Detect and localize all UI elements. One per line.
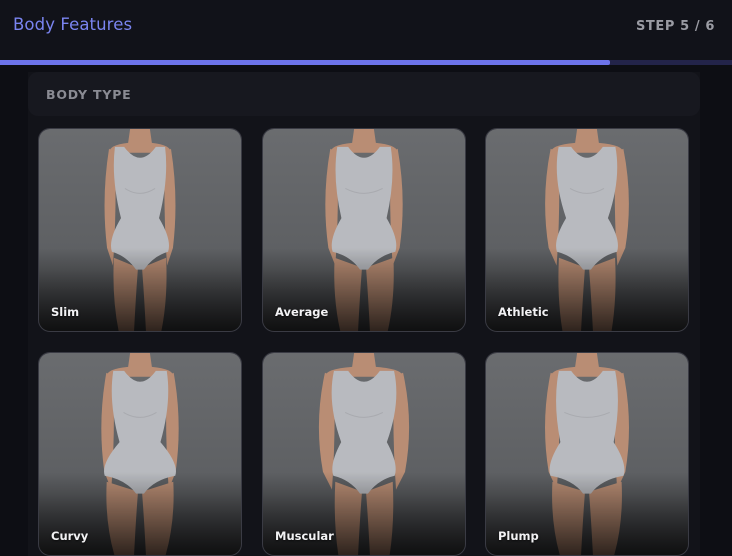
section-header: BODY TYPE xyxy=(28,72,700,116)
body-type-card-curvy[interactable]: Curvy xyxy=(38,352,242,556)
figure-icon xyxy=(39,353,241,555)
body-type-label: Athletic xyxy=(498,305,549,319)
main-content: BODY TYPE Slim Average Athletic Curvy Muscul… xyxy=(28,72,700,556)
app-root: Body Features STEP 5 / 6 BODY TYPE Slim A… xyxy=(0,0,732,556)
body-type-card-average[interactable]: Average xyxy=(262,128,466,332)
top-bar: Body Features STEP 5 / 6 xyxy=(0,0,732,60)
step-indicator: STEP 5 / 6 xyxy=(635,19,715,34)
figure-icon xyxy=(486,353,688,555)
figure-icon xyxy=(263,353,465,555)
body-type-card-slim[interactable]: Slim xyxy=(38,128,242,332)
page-title: Body Features xyxy=(13,15,133,34)
body-type-label: Average xyxy=(275,305,329,319)
progress-bar xyxy=(0,60,732,65)
body-type-label: Slim xyxy=(51,305,80,319)
figure-icon xyxy=(39,129,241,331)
figure-icon xyxy=(263,129,465,331)
body-type-card-athletic[interactable]: Athletic xyxy=(485,128,689,332)
body-type-card-muscular[interactable]: Muscular xyxy=(262,352,466,556)
body-type-card-plump[interactable]: Plump xyxy=(485,352,689,556)
body-type-label: Plump xyxy=(498,529,539,543)
section-label: BODY TYPE xyxy=(46,87,132,102)
progress-fill xyxy=(0,60,610,65)
body-type-label: Curvy xyxy=(51,529,89,543)
figure-icon xyxy=(486,129,688,331)
body-type-label: Muscular xyxy=(275,529,334,543)
